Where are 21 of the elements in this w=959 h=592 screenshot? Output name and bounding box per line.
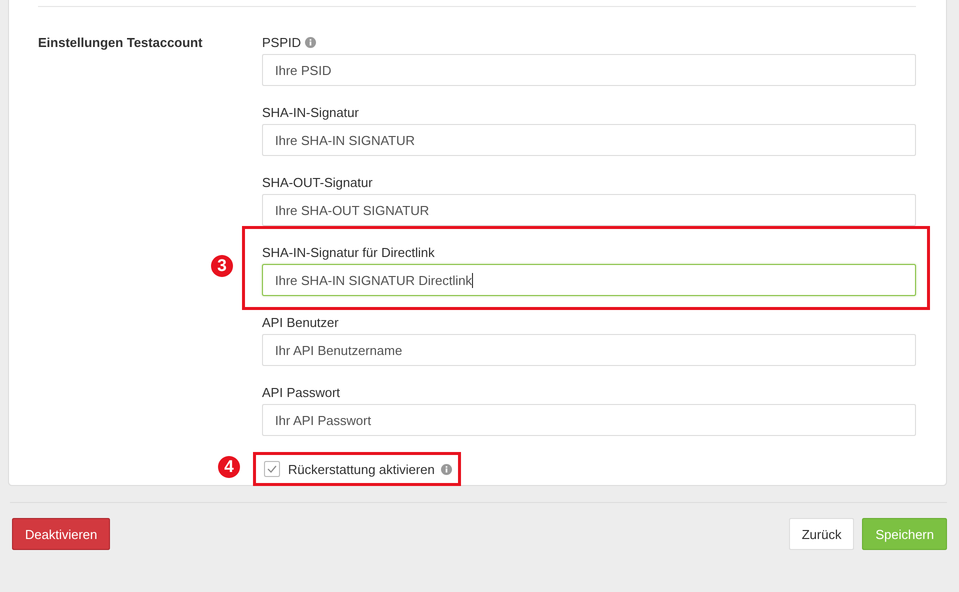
- field-label: SHA-IN-Signatur: [262, 105, 359, 120]
- text-field[interactable]: Ihr API Benutzername: [262, 334, 916, 366]
- checkbox-label: Rückerstattung aktivieren: [288, 462, 435, 476]
- text-field[interactable]: Ihr API Passwort: [262, 404, 916, 436]
- step-number: 4: [218, 456, 240, 478]
- text-field[interactable]: Ihre SHA-IN SIGNATUR: [262, 124, 916, 156]
- field-label: API Benutzer: [262, 315, 339, 330]
- field-label: PSPID: [262, 35, 302, 50]
- step-number: 3: [211, 255, 233, 277]
- text-field[interactable]: Ihre PSID: [262, 54, 916, 86]
- back-button[interactable]: Zurück: [788, 518, 854, 550]
- deactivate-button[interactable]: Deaktivieren: [12, 518, 110, 550]
- checkbox[interactable]: [264, 461, 280, 477]
- text-field[interactable]: Ihre SHA-IN SIGNATUR Directlink: [262, 264, 916, 296]
- field-label: SHA-OUT-Signatur: [262, 175, 373, 190]
- text-cursor: [472, 272, 473, 288]
- check-icon: [267, 465, 277, 473]
- field-label: SHA-IN-Signatur für Directlink: [262, 245, 435, 260]
- section-title: Einstellungen Testaccount: [38, 34, 202, 50]
- field-label: API Passwort: [262, 385, 340, 400]
- text-field[interactable]: Ihre SHA-OUT SIGNATUR: [262, 194, 916, 226]
